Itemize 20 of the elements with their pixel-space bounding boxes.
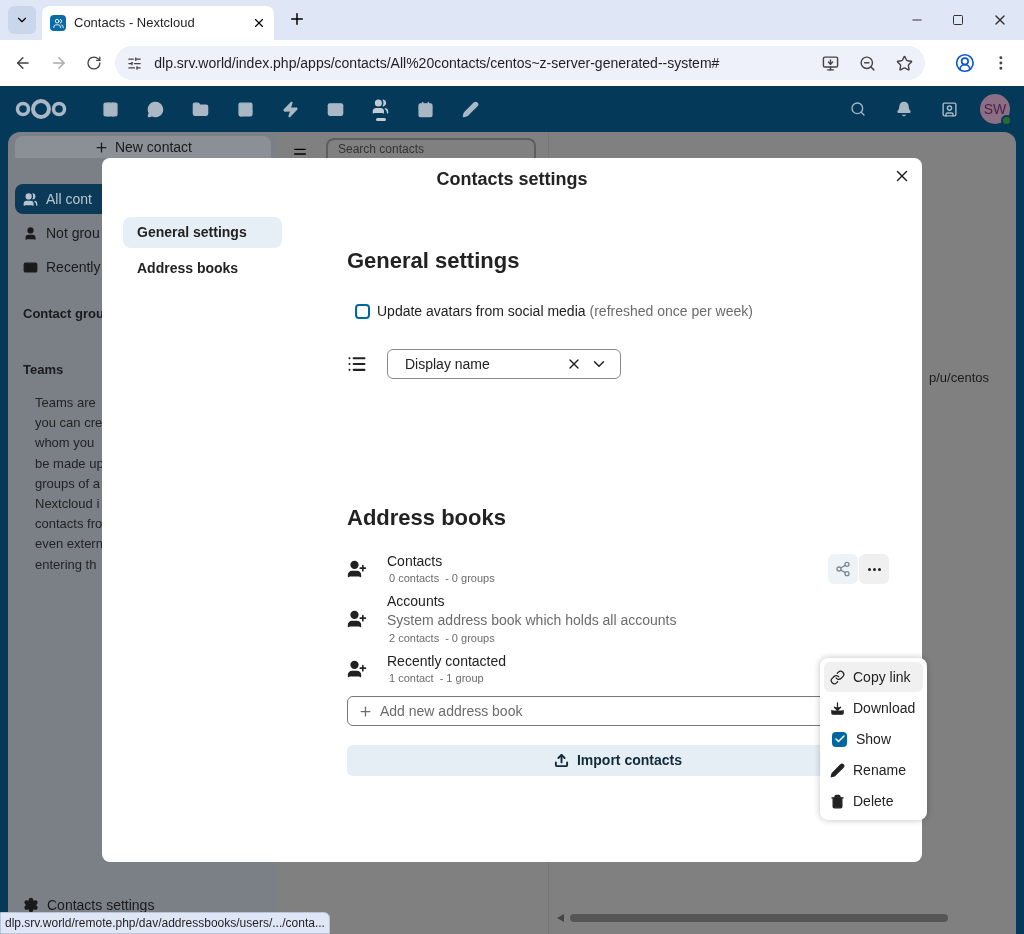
tab-title: Contacts - Nextcloud <box>74 14 196 33</box>
groups-count: - 0 groups <box>445 631 495 646</box>
address-book-name: Recently contacted <box>387 652 508 670</box>
groups-count: - 0 groups <box>445 571 495 586</box>
contacts-count: 0 contacts <box>389 571 440 586</box>
address-book-description: System address book which holds all accounts <box>387 611 678 630</box>
checkbox-hint: (refreshed once per week) <box>589 301 753 321</box>
section-heading: General settings <box>347 247 521 275</box>
contacts-count: 1 contact <box>389 671 434 686</box>
dialog-title: Contacts settings <box>436 168 588 191</box>
address-book-name: Accounts <box>387 592 446 610</box>
checkbox-label: Update avatars from social media <box>377 301 586 321</box>
section-heading: Teams <box>22 360 65 379</box>
groups-count: - 1 group <box>439 671 484 686</box>
url-text: dlp.srv.world/index.php/apps/contacts/All%20contacts/centos~z-server-generated--system# <box>154 53 721 73</box>
status-url-tooltip: dlp.srv.world/remote.php/dav/addressbooks/users/.../conta... <box>0 912 330 934</box>
address-book-name: Contacts <box>387 552 444 570</box>
contact-url-text: p/u/centos <box>929 369 990 387</box>
contacts-count: 2 contacts <box>389 631 440 646</box>
section-heading: Address books <box>347 504 507 532</box>
